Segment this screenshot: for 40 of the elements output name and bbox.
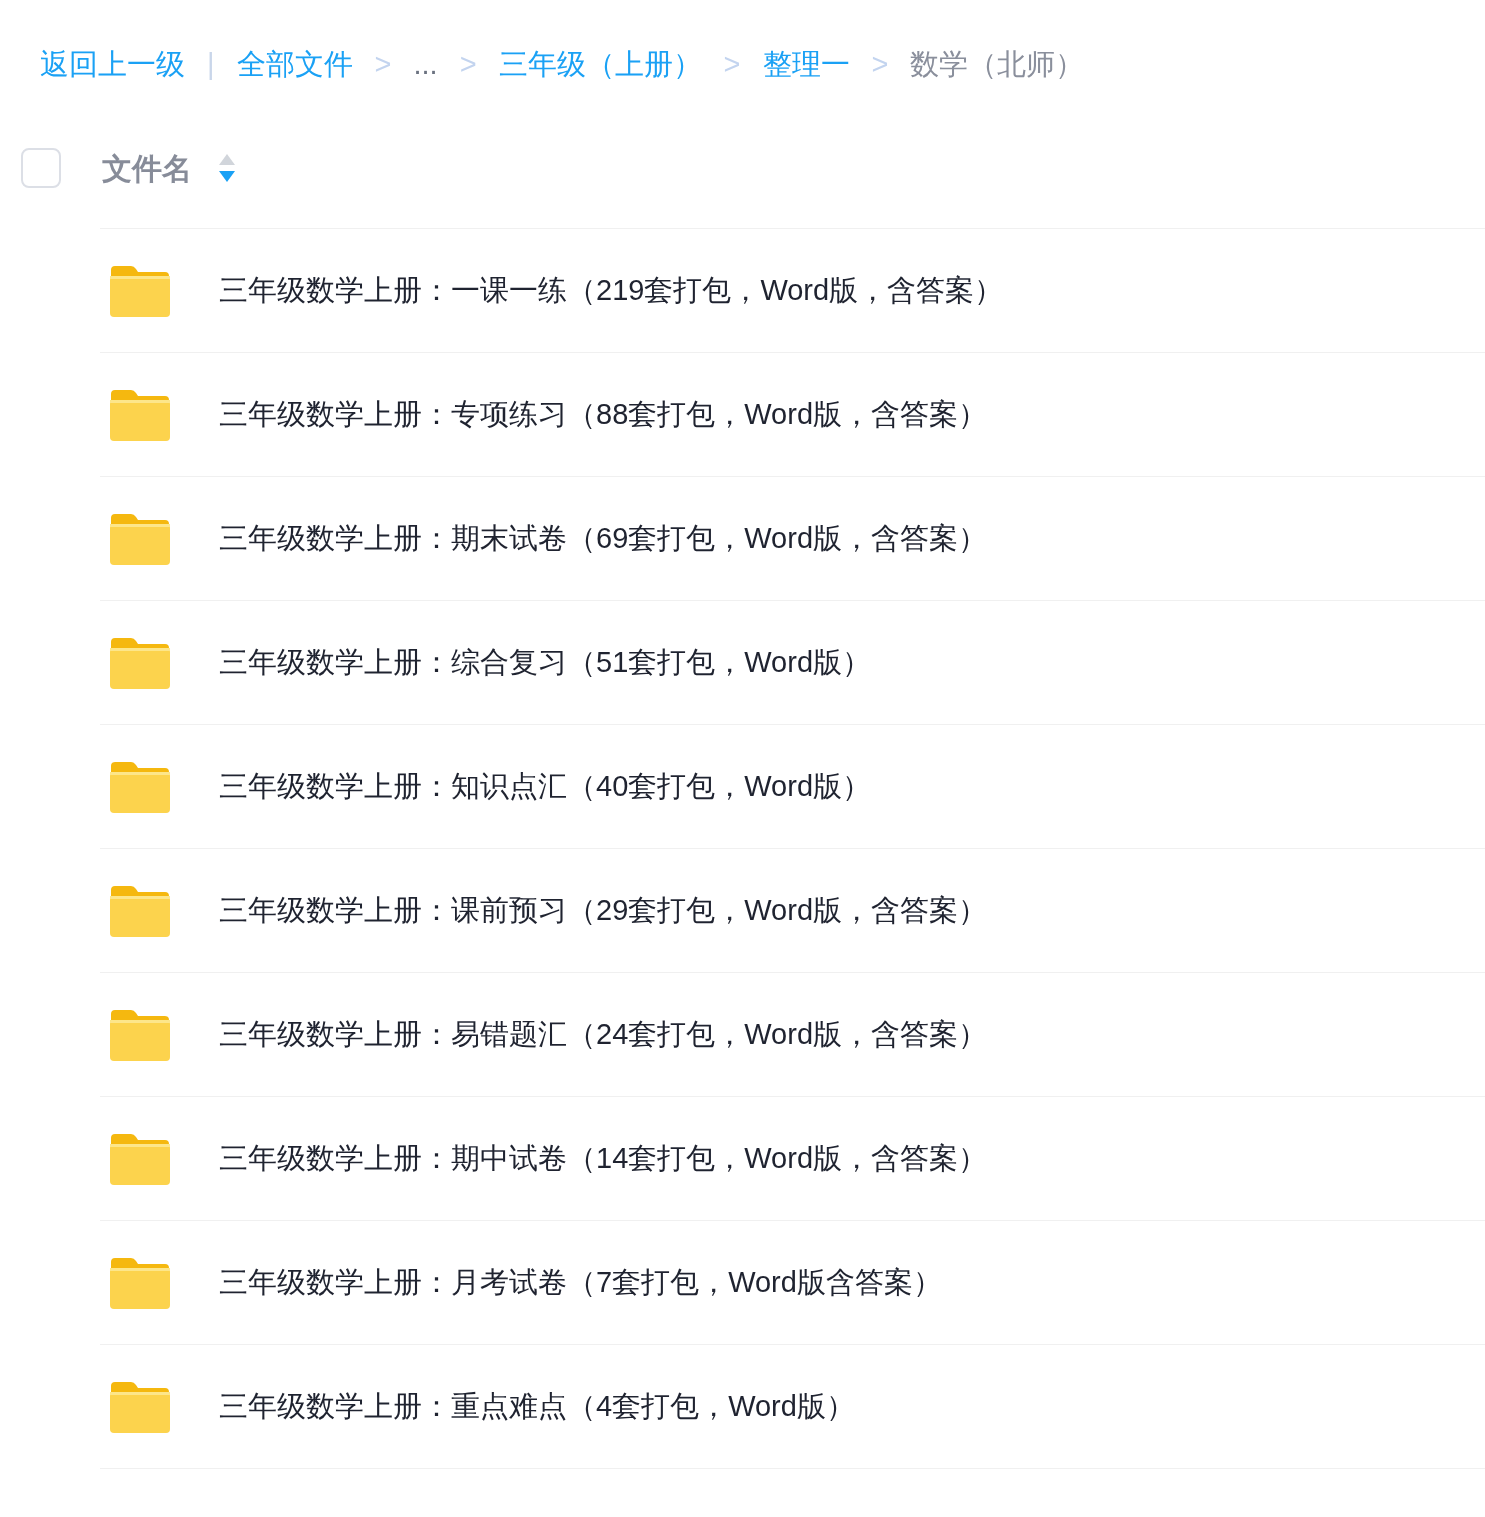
file-row[interactable]: 三年级数学上册：期中试卷（14套打包，Word版，含答案） [100, 1097, 1485, 1221]
folder-icon [109, 883, 171, 938]
file-row[interactable]: 三年级数学上册：专项练习（88套打包，Word版，含答案） [100, 353, 1485, 477]
file-name: 三年级数学上册：月考试卷（7套打包，Word版含答案） [219, 1264, 942, 1300]
folder-icon [109, 1255, 171, 1310]
folder-icon [109, 1379, 171, 1434]
file-row[interactable]: 三年级数学上册：课前预习（29套打包，Word版，含答案） [100, 849, 1485, 973]
divider: | [207, 47, 215, 83]
file-name: 三年级数学上册：一课一练（219套打包，Word版，含答案） [219, 272, 1004, 308]
separator: > [459, 47, 477, 83]
column-header: 文件名 [102, 150, 192, 187]
folder-icon [109, 759, 171, 814]
file-row[interactable]: 三年级数学上册：重点难点（4套打包，Word版） [100, 1345, 1485, 1469]
file-row[interactable]: 三年级数学上册：知识点汇（40套打包，Word版） [100, 725, 1485, 849]
folder-icon [109, 1131, 171, 1186]
file-name: 三年级数学上册：课前预习（29套打包，Word版，含答案） [219, 892, 988, 928]
separator: > [723, 47, 741, 83]
folder-icon [109, 263, 171, 318]
file-row[interactable]: 三年级数学上册：一课一练（219套打包，Word版，含答案） [100, 229, 1485, 353]
breadcrumb-item[interactable]: ... [413, 43, 438, 87]
folder-icon [109, 511, 171, 566]
select-all-checkbox[interactable] [21, 148, 61, 188]
file-name: 三年级数学上册：知识点汇（40套打包，Word版） [219, 768, 872, 804]
file-name: 三年级数学上册：专项练习（88套打包，Word版，含答案） [219, 396, 988, 432]
file-name: 三年级数学上册：易错题汇（24套打包，Word版，含答案） [219, 1016, 988, 1052]
folder-icon [109, 387, 171, 442]
folder-icon [109, 1007, 171, 1062]
file-row[interactable]: 三年级数学上册：月考试卷（7套打包，Word版含答案） [100, 1221, 1485, 1345]
file-row[interactable]: 三年级数学上册：易错题汇（24套打包，Word版，含答案） [100, 973, 1485, 1097]
file-name: 三年级数学上册：重点难点（4套打包，Word版） [219, 1388, 855, 1424]
breadcrumb-item: 数学（北师） [910, 47, 1085, 83]
separator: > [374, 47, 392, 83]
file-name: 三年级数学上册：综合复习（51套打包，Word版） [219, 644, 872, 680]
file-name: 三年级数学上册：期中试卷（14套打包，Word版，含答案） [219, 1140, 988, 1176]
file-row[interactable]: 三年级数学上册：综合复习（51套打包，Word版） [100, 601, 1485, 725]
folder-icon [109, 635, 171, 690]
file-row[interactable]: 三年级数学上册：期末试卷（69套打包，Word版，含答案） [100, 477, 1485, 601]
separator: > [871, 47, 889, 83]
sort-icon[interactable] [218, 153, 236, 183]
file-name: 三年级数学上册：期末试卷（69套打包，Word版，含答案） [219, 520, 988, 556]
